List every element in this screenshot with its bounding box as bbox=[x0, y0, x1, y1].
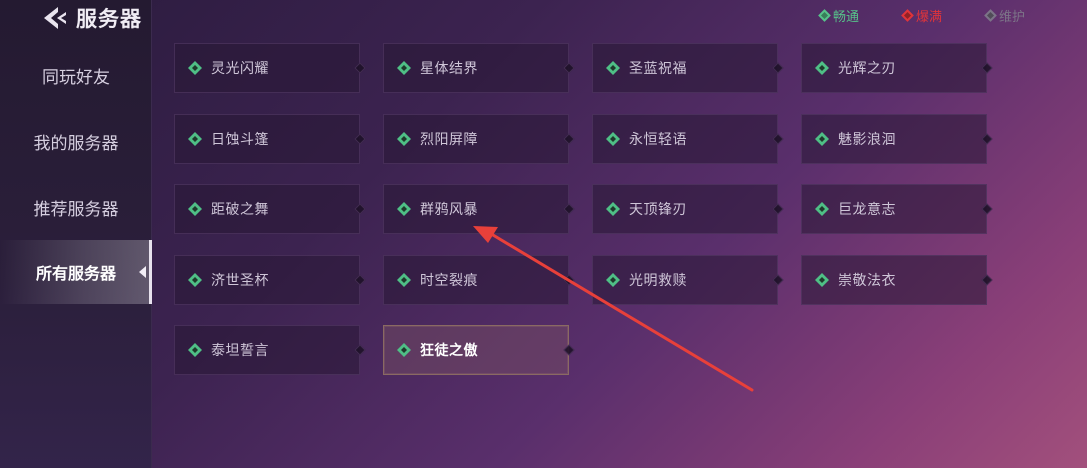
server-card[interactable]: 崇敬法衣 bbox=[801, 255, 993, 305]
card-notch bbox=[563, 133, 575, 145]
status-smooth-icon bbox=[187, 272, 203, 288]
server-card[interactable]: 泰坦誓言 bbox=[174, 325, 366, 375]
legend-item-full: 爆满 bbox=[901, 6, 942, 25]
server-card[interactable]: 时空裂痕 bbox=[383, 255, 575, 305]
page-title: 服务器 bbox=[76, 7, 142, 31]
sidebar-item-label: 所有服务器 bbox=[35, 264, 116, 283]
status-smooth-icon bbox=[187, 131, 203, 147]
status-legend: 畅通 爆满 维护 bbox=[818, 6, 1025, 25]
server-name: 星体结界 bbox=[420, 61, 478, 77]
status-diamond-icon bbox=[984, 9, 997, 22]
status-smooth-icon bbox=[187, 201, 203, 217]
sidebar: 服务器 同玩好友 我的服务器 推荐服务器 所有服务器 bbox=[0, 0, 152, 468]
server-name: 烈阳屏障 bbox=[420, 132, 478, 148]
status-diamond-icon bbox=[818, 9, 831, 22]
sidebar-item-label: 推荐服务器 bbox=[33, 199, 119, 220]
card-notch bbox=[354, 133, 366, 145]
sidebar-item-my-servers[interactable]: 我的服务器 bbox=[0, 116, 152, 166]
card-notch bbox=[981, 133, 993, 145]
server-card[interactable]: 天顶锋刃 bbox=[592, 184, 784, 234]
status-smooth-icon bbox=[605, 272, 621, 288]
server-name: 永恒轻语 bbox=[629, 132, 687, 148]
server-card[interactable]: 光辉之刃 bbox=[801, 43, 993, 93]
status-smooth-icon bbox=[814, 272, 830, 288]
status-smooth-icon bbox=[814, 131, 830, 147]
status-smooth-icon bbox=[187, 60, 203, 76]
server-card[interactable]: 魅影浪洄 bbox=[801, 114, 993, 164]
sidebar-item-recommended-servers[interactable]: 推荐服务器 bbox=[0, 182, 152, 232]
active-caret-icon bbox=[139, 266, 146, 278]
status-smooth-icon bbox=[605, 60, 621, 76]
server-card[interactable]: 距破之舞 bbox=[174, 184, 366, 234]
server-name: 天顶锋刃 bbox=[629, 202, 687, 218]
server-card[interactable]: 日蚀斗篷 bbox=[174, 114, 366, 164]
server-name: 巨龙意志 bbox=[838, 202, 896, 218]
server-name: 时空裂痕 bbox=[420, 273, 478, 289]
server-name: 群鸦风暴 bbox=[420, 202, 478, 218]
server-card[interactable]: 群鸦风暴 bbox=[383, 184, 575, 234]
card-notch bbox=[563, 203, 575, 215]
status-smooth-icon bbox=[396, 272, 412, 288]
card-notch bbox=[772, 274, 784, 286]
legend-label: 畅通 bbox=[832, 10, 859, 25]
server-card[interactable]: 巨龙意志 bbox=[801, 184, 993, 234]
sidebar-item-label: 我的服务器 bbox=[33, 133, 119, 154]
card-notch bbox=[354, 203, 366, 215]
server-card[interactable]: 星体结界 bbox=[383, 43, 575, 93]
status-smooth-icon bbox=[396, 60, 412, 76]
legend-item-maintenance: 维护 bbox=[984, 6, 1025, 25]
card-notch bbox=[981, 274, 993, 286]
card-notch bbox=[772, 62, 784, 74]
server-card[interactable]: 圣蓝祝福 bbox=[592, 43, 784, 93]
card-notch bbox=[981, 62, 993, 74]
sidebar-item-label: 同玩好友 bbox=[42, 67, 110, 88]
server-name: 魅影浪洄 bbox=[838, 132, 896, 148]
card-notch bbox=[772, 203, 784, 215]
card-notch bbox=[981, 203, 993, 215]
status-smooth-icon bbox=[396, 342, 412, 358]
server-card[interactable]: 光明救赎 bbox=[592, 255, 784, 305]
server-card[interactable]: 烈阳屏障 bbox=[383, 114, 575, 164]
server-name: 光明救赎 bbox=[629, 273, 687, 289]
server-name: 距破之舞 bbox=[211, 202, 269, 218]
card-notch bbox=[354, 344, 366, 356]
status-smooth-icon bbox=[605, 201, 621, 217]
card-notch bbox=[354, 274, 366, 286]
status-smooth-icon bbox=[814, 201, 830, 217]
server-name: 圣蓝祝福 bbox=[629, 61, 687, 77]
server-card[interactable]: 济世圣杯 bbox=[174, 255, 366, 305]
status-smooth-icon bbox=[814, 60, 830, 76]
card-notch bbox=[772, 133, 784, 145]
status-smooth-icon bbox=[605, 131, 621, 147]
status-diamond-icon bbox=[901, 9, 914, 22]
status-smooth-icon bbox=[187, 342, 203, 358]
sidebar-item-all-servers[interactable]: 所有服务器 bbox=[0, 240, 152, 304]
legend-label: 爆满 bbox=[915, 10, 942, 25]
server-name: 灵光闪耀 bbox=[211, 61, 269, 77]
legend-label: 维护 bbox=[998, 10, 1025, 25]
back-arrow-icon bbox=[44, 7, 66, 29]
server-name: 日蚀斗篷 bbox=[211, 132, 269, 148]
status-smooth-icon bbox=[396, 131, 412, 147]
server-name: 狂徒之傲 bbox=[420, 343, 478, 359]
server-name: 泰坦誓言 bbox=[211, 343, 269, 359]
server-name: 济世圣杯 bbox=[211, 273, 269, 289]
server-card[interactable]: 灵光闪耀 bbox=[174, 43, 366, 93]
server-card[interactable]: 永恒轻语 bbox=[592, 114, 784, 164]
server-name: 崇敬法衣 bbox=[838, 273, 896, 289]
card-notch bbox=[563, 62, 575, 74]
card-notch bbox=[563, 344, 575, 356]
status-smooth-icon bbox=[396, 201, 412, 217]
sidebar-item-friends[interactable]: 同玩好友 bbox=[0, 50, 152, 100]
legend-item-smooth: 畅通 bbox=[818, 6, 859, 25]
card-notch bbox=[563, 274, 575, 286]
back-button[interactable]: 服务器 bbox=[40, 2, 142, 34]
card-notch bbox=[354, 62, 366, 74]
server-name: 光辉之刃 bbox=[838, 61, 896, 77]
server-card-selected[interactable]: 狂徒之傲 bbox=[383, 325, 575, 375]
